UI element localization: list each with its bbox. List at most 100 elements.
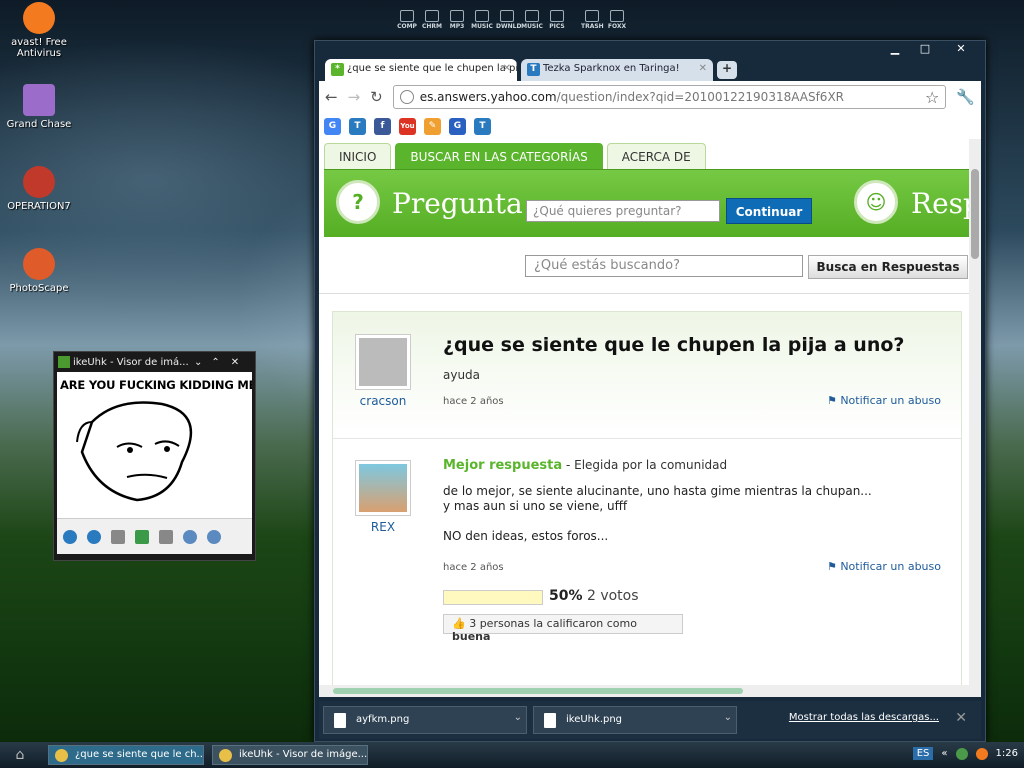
thumbs-up-icon: 👍 [452,617,470,630]
asker-name[interactable]: cracson [355,394,411,408]
actual-size-icon[interactable] [135,529,149,544]
dock-item[interactable]: CHRM [421,10,443,30]
tab-acerca[interactable]: ACERCA DE [606,143,706,169]
question-title: ¿que se siente que le chupen la pija a u… [443,334,905,356]
answerer-name[interactable]: REX [355,520,411,534]
dock-item[interactable]: COMP [396,10,418,30]
question-input[interactable]: ¿Qué quieres preguntar? [526,200,720,222]
chevron-down-icon[interactable]: ⌄ [194,357,202,368]
report-abuse-link[interactable]: Notificar un abuso [827,560,941,573]
close-tab-icon[interactable]: ✕ [699,63,707,74]
vote-bar [443,590,543,605]
horizontal-scrollbar[interactable] [319,685,981,697]
tab-taringa[interactable]: T Tezka Sparknox en Taringa! ✕ [521,59,713,81]
maximize-button[interactable]: □ [911,41,939,57]
pregunta-heading: Pregunta [392,187,523,220]
language-indicator[interactable]: ES [912,747,934,760]
tab-yahoo-answers[interactable]: * ¿que se siente que le chupen la pij ✕ [325,59,517,81]
icon-label: avast! Free [11,37,67,48]
bookmark-gmail-icon[interactable]: G [449,117,466,135]
question-smiley-icon: ? [336,180,380,224]
fit-icon[interactable] [111,529,125,544]
meme-image: ARE YOU FUCKING KIDDING ME [57,372,252,518]
new-tab-button[interactable]: + [717,61,737,79]
start-button[interactable]: ⌂ [0,747,40,763]
icon-label: Grand Chase [6,119,72,130]
slideshow-icon[interactable] [159,529,173,544]
tab-strip: * ¿que se siente que le chupen la pij ✕ … [325,59,737,81]
yahoo-answers-icon: * [331,63,344,76]
next-icon[interactable] [87,529,101,544]
question-box: cracson ¿que se siente que le chupen la … [332,311,962,685]
report-abuse-link[interactable]: Notificar un abuso [827,394,941,407]
dock-item[interactable]: DWNLD [496,10,521,30]
taskbar-chrome[interactable]: ¿que se siente que le ch... [48,745,204,765]
icon-label: OPERATION7 [7,201,71,212]
rocketdock: COMP CHRM MP3 MUSIC DWNLD MUSIC PICS TRA… [396,10,628,30]
dock-item[interactable]: PICS [546,10,568,30]
rage-face-drawing [76,401,193,502]
tab-title: ¿que se siente que le chupen la pij [347,63,517,74]
address-bar[interactable]: es.answers.yahoo.com/question/index?qid=… [392,85,947,109]
bookmark-blogger-icon[interactable]: ✎ [424,117,441,135]
back-icon[interactable]: ← [325,88,338,106]
bookmark-facebook-icon[interactable]: f [374,117,391,135]
grand-chase-icon [23,84,55,116]
asker-avatar[interactable] [355,334,411,390]
dock-item[interactable]: MUSIC [471,10,493,30]
previous-icon[interactable] [63,529,77,544]
photoscape-icon [23,248,55,280]
answer-text: de lo mejor, se siente alucinante, uno h… [443,484,872,543]
wrench-icon[interactable]: 🔧 [956,88,975,106]
network-icon[interactable] [955,747,968,760]
answerer-avatar[interactable] [355,460,411,516]
desktop-icon-operation7[interactable]: OPERATION7 [0,166,78,212]
download-shelf: ayfkm.png ikeUhk.png Mostrar todas las d… [319,701,981,739]
bookmark-google-icon[interactable]: G [324,117,341,135]
close-tab-icon[interactable]: ✕ [503,63,511,74]
tab-inicio[interactable]: INICIO [324,143,392,169]
viewer-titlebar[interactable]: ikeUhk - Visor de imá... ⌄ ⌃ ✕ [54,352,255,372]
chevron-left-icon[interactable]: « [941,748,947,759]
best-answer-label: Mejor respuesta - Elegida por la comunid… [443,458,728,473]
continue-button[interactable]: Continuar [726,198,812,224]
bookmark-taringa-icon[interactable]: T [474,117,491,135]
zoom-in-icon[interactable] [183,529,197,544]
dock-item[interactable]: TRASH [581,10,604,30]
collapse-icon[interactable]: ⌃ [211,357,219,368]
taskbar-viewer[interactable]: ikeUhk - Visor de imáge... [212,745,368,765]
reload-icon[interactable]: ↻ [370,88,383,106]
close-button[interactable]: ✕ [941,41,981,57]
viewer-app-icon [58,356,70,368]
vertical-scrollbar[interactable] [969,139,981,685]
bookmark-star-icon[interactable]: ☆ [925,88,939,107]
bookmark-youtube-icon[interactable]: You [399,117,416,135]
dock-item[interactable]: MUSIC [521,10,543,30]
desktop-icon-photoscape[interactable]: PhotoScape [0,248,78,294]
tab-categorias[interactable]: BUSCAR EN LAS CATEGORÍAS [395,143,603,169]
avast-icon [23,2,55,34]
download-item[interactable]: ayfkm.png [323,706,527,734]
dock-item[interactable]: FOXX [606,10,628,30]
download-item[interactable]: ikeUhk.png [533,706,737,734]
avast-tray-icon[interactable] [975,747,988,760]
system-tray: ES « 1:26 [912,747,1018,760]
clock[interactable]: 1:26 [996,748,1018,759]
show-all-downloads-link[interactable]: Mostrar todas las descargas... [789,712,939,723]
minimize-button[interactable]: ▁ [881,41,909,57]
dock-item[interactable]: MP3 [446,10,468,30]
search-button[interactable]: Busca en Respuestas [808,255,968,279]
tab-title: Tezka Sparknox en Taringa! [543,63,680,74]
close-shelf-icon[interactable]: ✕ [955,710,967,726]
page-content: INICIO BUSCAR EN LAS CATEGORÍAS ACERCA D… [319,139,981,685]
bookmark-taringa-icon[interactable]: T [349,117,366,135]
desktop-icon-avast[interactable]: avast! Free Antivirus [0,2,78,59]
forward-icon[interactable]: → [348,88,361,106]
page-icon [399,90,414,104]
rating-button[interactable]: 👍 3 personas la calificaron como buena [443,614,683,643]
search-input[interactable]: ¿Qué estás buscando? [525,255,803,277]
zoom-out-icon[interactable] [207,529,221,544]
close-icon[interactable]: ✕ [231,357,239,368]
desktop-icon-grand-chase[interactable]: Grand Chase [0,84,78,130]
bookmarks-bar: G T f You ✎ G T [319,113,981,139]
